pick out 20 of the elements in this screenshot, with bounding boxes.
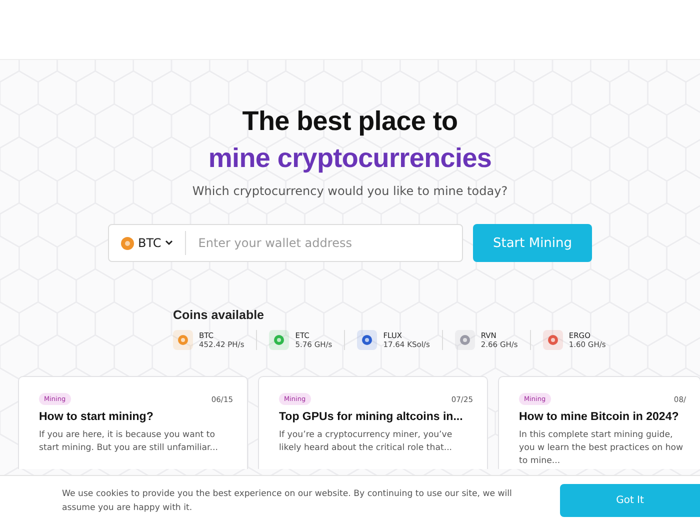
coin-icon	[362, 335, 372, 345]
coin-select[interactable]: BTC	[109, 231, 186, 255]
article-excerpt: If you are here, it is because you want to start mining. But you are still unfamiliar...	[39, 429, 219, 455]
coin-icon	[274, 335, 284, 345]
chevron-down-icon	[165, 240, 174, 246]
section-title: Coins available	[173, 308, 266, 322]
article-excerpt: If you’re a cryptocurrency miner, you’ve likely heard about the critical role that...	[279, 429, 454, 455]
bitcoin-icon	[121, 236, 134, 250]
hero-subtitle: Which cryptocurrency would you like to mine today?	[192, 184, 508, 198]
wallet-form-field[interactable]: BTC Enter your wallet address	[108, 224, 463, 262]
coin-icon	[548, 335, 558, 345]
article-excerpt: In this complete start mining guide, you w learn the best practices on how to mine...	[519, 429, 684, 468]
article-title: How to start mining?	[39, 411, 154, 423]
cookie-message: We use cookies to provide you the best experience on our website. By continuing to use our site, we will assume you are happy with it.	[62, 488, 513, 514]
hero-title: mine cryptocurrencies	[208, 143, 492, 174]
article-title: How to mine Bitcoin in 2024?	[519, 411, 680, 423]
article-title: Top GPUs for mining altcoins in...	[279, 411, 464, 423]
coin-icon	[460, 335, 470, 345]
coin-icon	[178, 335, 188, 345]
hero-title: The best place to	[242, 106, 458, 137]
